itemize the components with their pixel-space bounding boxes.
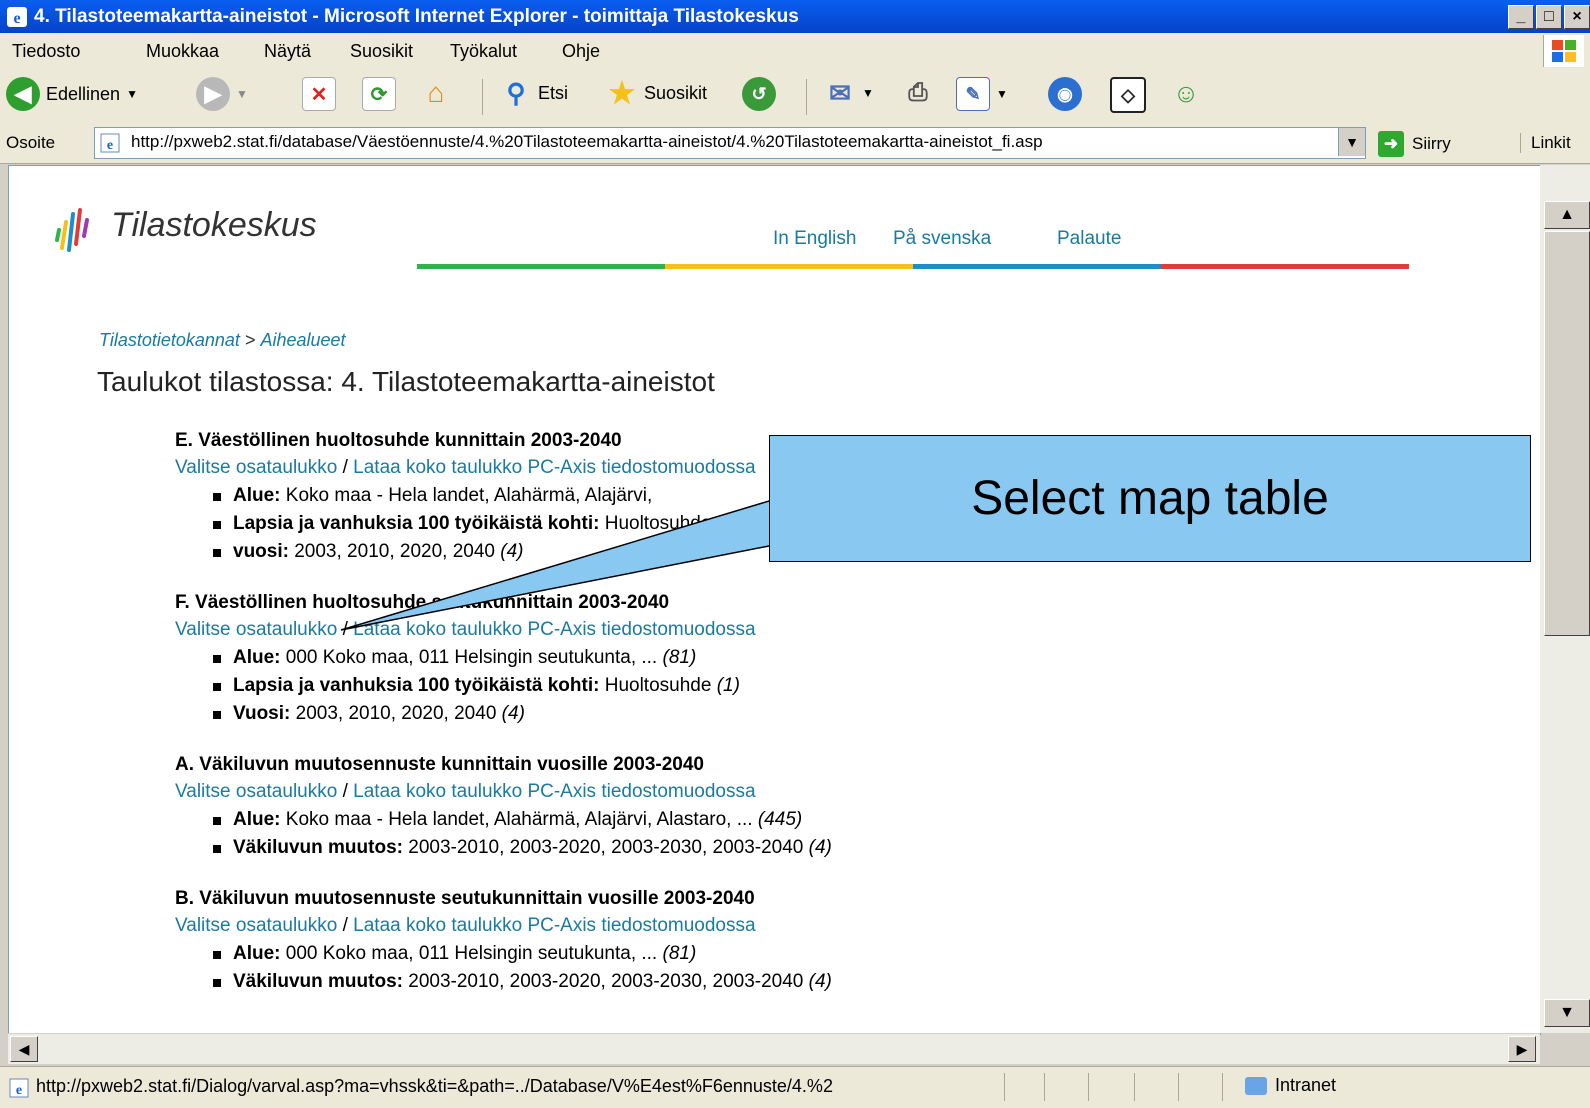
status-divider — [1222, 1073, 1223, 1101]
toolbar-separator — [482, 79, 483, 115]
go-button[interactable]: ➜ Siirry — [1378, 131, 1451, 157]
window-title: 4. Tilastoteemakartta-aineistot - Micros… — [34, 6, 799, 27]
menu-favorites[interactable]: Suosikit — [350, 41, 413, 62]
home-icon: ⌂ — [427, 77, 445, 108]
menu-file[interactable]: Tiedosto — [12, 41, 80, 62]
status-bar: e http://pxweb2.stat.fi/Dialog/varval.as… — [0, 1066, 1590, 1108]
menu-help[interactable]: Ohje — [562, 41, 600, 62]
back-arrow-icon: ◀ — [6, 77, 40, 111]
horizontal-scrollbar[interactable]: ◀ ▶ — [8, 1033, 1540, 1064]
callout-text: Select map table — [971, 472, 1329, 525]
status-divider — [1088, 1073, 1089, 1101]
search-icon: ⚲ — [506, 77, 526, 108]
back-label: Edellinen — [46, 83, 121, 104]
forward-arrow-icon: ▶ — [196, 77, 230, 111]
mail-icon: ✉ — [829, 77, 851, 108]
page-icon: e — [100, 133, 120, 153]
toolbar: ◀ Edellinen ▼ ▶ ▼ ✕ ⟳ ⌂ ⚲ Etsi ★ Suosiki… — [0, 69, 1590, 124]
svg-text:e: e — [13, 10, 20, 27]
edit-button[interactable]: ✎ ▼ — [956, 77, 1008, 111]
diamond-icon: ◇ — [1110, 77, 1146, 113]
address-input[interactable] — [131, 128, 1326, 156]
history-button[interactable]: ↺ — [742, 77, 776, 111]
edit-icon: ✎ — [956, 77, 990, 111]
favorites-label: Suosikit — [644, 82, 708, 103]
scroll-down-button[interactable]: ▼ — [1544, 999, 1590, 1027]
scroll-right-button[interactable]: ▶ — [1508, 1036, 1536, 1062]
vertical-scrollbar[interactable]: ▲ ▼ — [1540, 165, 1590, 1033]
refresh-icon: ⟳ — [362, 77, 396, 111]
status-divider — [1178, 1073, 1179, 1101]
messenger-button[interactable]: ☺ — [1170, 77, 1202, 109]
address-dropdown-button[interactable]: ▼ — [1338, 128, 1365, 156]
links-button[interactable]: Linkit — [1520, 133, 1571, 153]
go-arrow-icon: ➜ — [1378, 131, 1404, 157]
globe-icon: ◉ — [1048, 77, 1082, 111]
search-label: Etsi — [538, 82, 569, 103]
menu-view[interactable]: Näytä — [264, 41, 311, 62]
research-button[interactable]: ◇ — [1110, 77, 1146, 113]
close-button[interactable]: × — [1564, 5, 1590, 29]
chevron-down-icon: ▼ — [862, 86, 874, 100]
forward-button[interactable]: ▶ ▼ — [196, 77, 248, 111]
go-label: Siirry — [1412, 134, 1451, 153]
zone-label: Intranet — [1275, 1075, 1337, 1095]
messenger-icon: ☺ — [1172, 77, 1200, 108]
stop-icon: ✕ — [302, 77, 336, 111]
security-zone: Intranet — [1245, 1075, 1336, 1096]
mail-button[interactable]: ✉ ▼ — [824, 77, 874, 109]
menu-edit[interactable]: Muokkaa — [146, 41, 219, 62]
favorites-button[interactable]: ★ Suosikit — [606, 76, 708, 110]
address-field-container: e ▼ — [94, 127, 1366, 159]
status-divider — [1134, 1073, 1135, 1101]
star-icon: ★ — [608, 76, 636, 110]
scroll-up-button[interactable]: ▲ — [1544, 201, 1590, 229]
print-button[interactable]: ⎙ — [902, 77, 934, 109]
scroll-thumb[interactable] — [1544, 231, 1590, 636]
history-icon: ↺ — [742, 77, 776, 111]
refresh-button[interactable]: ⟳ — [362, 77, 396, 111]
intranet-icon — [1245, 1076, 1267, 1095]
callout-pointer — [340, 496, 780, 631]
toolbar-separator — [806, 79, 807, 115]
windows-flag-icon — [1543, 35, 1584, 67]
stop-button[interactable]: ✕ — [302, 77, 336, 111]
page-icon: e — [9, 1078, 29, 1098]
status-text: http://pxweb2.stat.fi/Dialog/varval.asp?… — [36, 1076, 833, 1096]
address-label: Osoite — [6, 133, 56, 152]
menu-tools[interactable]: Työkalut — [450, 41, 517, 62]
svg-text:e: e — [16, 1083, 22, 1098]
chevron-down-icon: ▼ — [996, 87, 1008, 101]
callout-box: Select map table — [769, 435, 1531, 562]
menu-bar: Tiedosto Muokkaa Näytä Suosikit Työkalut… — [0, 33, 1590, 70]
print-icon: ⎙ — [908, 79, 928, 106]
status-divider — [1004, 1073, 1005, 1101]
discuss-button[interactable]: ◉ — [1048, 77, 1082, 111]
ie-icon: e — [7, 7, 27, 27]
scroll-left-button[interactable]: ◀ — [10, 1036, 38, 1062]
search-button[interactable]: ⚲ Etsi — [500, 77, 568, 109]
address-bar: Osoite e ▼ ➜ Siirry Linkit — [0, 123, 1590, 164]
chevron-down-icon: ▼ — [236, 87, 248, 101]
svg-text:e: e — [107, 138, 113, 153]
maximize-button[interactable]: □ — [1536, 5, 1562, 29]
home-button[interactable]: ⌂ — [420, 77, 452, 109]
chevron-down-icon: ▼ — [126, 87, 138, 101]
page-content: Tilastokeskus In English På svenska Pala… — [8, 165, 1541, 1035]
minimize-button[interactable]: _ — [1508, 5, 1534, 29]
back-button[interactable]: ◀ Edellinen ▼ — [6, 77, 138, 111]
title-bar: e 4. Tilastoteemakartta-aineistot - Micr… — [0, 0, 1590, 33]
status-divider — [1044, 1073, 1045, 1101]
